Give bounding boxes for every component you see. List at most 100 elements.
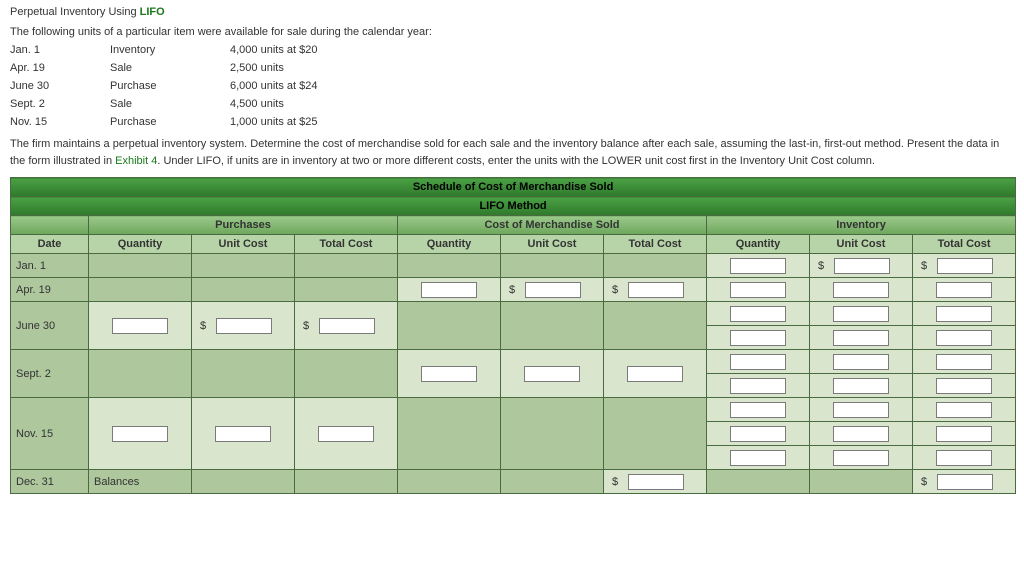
given-date: Jan. 1 — [10, 44, 110, 56]
given-date: Sept. 2 — [10, 98, 110, 110]
cogs-totalcost-input[interactable] — [628, 282, 684, 298]
given-date: June 30 — [10, 80, 110, 92]
cogs-qty-input[interactable] — [421, 366, 477, 382]
col-unitcost: Unit Cost — [192, 235, 295, 254]
inv-unitcost-input[interactable] — [833, 306, 889, 322]
inv-qty-input[interactable] — [730, 258, 786, 274]
cogs-unitcost-input[interactable] — [524, 366, 580, 382]
cogs-qty-input[interactable] — [421, 282, 477, 298]
dollar-sign: $ — [200, 320, 206, 332]
inv-unitcost-input[interactable] — [833, 354, 889, 370]
col-totalcost: Total Cost — [913, 235, 1016, 254]
inv-totalcost-input[interactable] — [936, 306, 992, 322]
given-data-grid: Jan. 1 Inventory 4,000 units at $20 Apr.… — [10, 44, 1014, 128]
inv-unitcost-input[interactable] — [833, 330, 889, 346]
exhibit-link[interactable]: Exhibit 4 — [115, 155, 157, 167]
inv-qty-input[interactable] — [730, 330, 786, 346]
given-type: Purchase — [110, 80, 230, 92]
given-type: Purchase — [110, 116, 230, 128]
inv-qty-input[interactable] — [730, 450, 786, 466]
cogs-total-balance-input[interactable] — [628, 474, 684, 490]
instructions-part2: . Under LIFO, if units are in inventory … — [157, 155, 875, 167]
dollar-sign: $ — [509, 284, 515, 296]
inv-unitcost-input[interactable] — [833, 402, 889, 418]
row-jun30: June 30 $ $ — [11, 302, 1016, 326]
col-qty: Quantity — [707, 235, 810, 254]
col-unitcost: Unit Cost — [501, 235, 604, 254]
given-detail: 6,000 units at $24 — [230, 80, 1014, 92]
date-cell: Dec. 31 — [11, 473, 88, 491]
col-qty: Quantity — [89, 235, 192, 254]
given-detail: 1,000 units at $25 — [230, 116, 1014, 128]
given-type: Sale — [110, 62, 230, 74]
schedule-subtitle: LIFO Method — [11, 197, 1016, 216]
given-detail: 4,500 units — [230, 98, 1014, 110]
purch-totalcost-input[interactable] — [318, 426, 374, 442]
date-cell: Apr. 19 — [11, 281, 88, 299]
inv-unitcost-input[interactable] — [833, 378, 889, 394]
inv-totalcost-input[interactable] — [936, 426, 992, 442]
row-dec31: Dec. 31 Balances $ $ — [11, 470, 1016, 494]
row-jan1: Jan. 1 $ $ — [11, 254, 1016, 278]
dollar-sign: $ — [921, 476, 927, 488]
balances-label: Balances — [89, 473, 191, 491]
row-nov15: Nov. 15 — [11, 398, 1016, 422]
given-type: Inventory — [110, 44, 230, 56]
group-cogs: Cost of Merchandise Sold — [398, 216, 707, 235]
col-totalcost: Total Cost — [604, 235, 707, 254]
instructions: The firm maintains a perpetual inventory… — [10, 136, 1014, 169]
date-cell: Sept. 2 — [11, 365, 88, 383]
given-date: Apr. 19 — [10, 62, 110, 74]
inv-totalcost-input[interactable] — [936, 378, 992, 394]
page-title: Perpetual Inventory Using LIFO — [10, 6, 1014, 18]
schedule-table: Schedule of Cost of Merchandise Sold LIF… — [10, 177, 1016, 494]
col-date: Date — [11, 235, 89, 254]
intro-text: The following units of a particular item… — [10, 26, 1014, 38]
purch-totalcost-input[interactable] — [319, 318, 375, 334]
inv-totalcost-input[interactable] — [936, 282, 992, 298]
col-unitcost: Unit Cost — [810, 235, 913, 254]
purch-qty-input[interactable] — [112, 318, 168, 334]
date-cell: June 30 — [11, 317, 88, 335]
given-date: Nov. 15 — [10, 116, 110, 128]
dollar-sign: $ — [303, 320, 309, 332]
group-purchases: Purchases — [89, 216, 398, 235]
inv-totalcost-input[interactable] — [936, 450, 992, 466]
inv-qty-input[interactable] — [730, 306, 786, 322]
date-cell: Nov. 15 — [11, 425, 88, 443]
inv-qty-input[interactable] — [730, 354, 786, 370]
inv-unitcost-input[interactable] — [834, 258, 890, 274]
dollar-sign: $ — [818, 260, 824, 272]
row-apr19: Apr. 19 $ $ — [11, 278, 1016, 302]
purch-unitcost-input[interactable] — [215, 426, 271, 442]
schedule-title: Schedule of Cost of Merchandise Sold — [11, 178, 1016, 197]
inv-totalcost-input[interactable] — [936, 354, 992, 370]
inv-totalcost-input[interactable] — [936, 402, 992, 418]
inv-qty-input[interactable] — [730, 426, 786, 442]
inv-unitcost-input[interactable] — [833, 426, 889, 442]
col-blank — [11, 216, 89, 235]
inv-totalcost-input[interactable] — [937, 258, 993, 274]
inv-qty-input[interactable] — [730, 378, 786, 394]
group-inventory: Inventory — [707, 216, 1016, 235]
dollar-sign: $ — [612, 284, 618, 296]
cogs-totalcost-input[interactable] — [627, 366, 683, 382]
col-qty: Quantity — [398, 235, 501, 254]
cogs-unitcost-input[interactable] — [525, 282, 581, 298]
given-detail: 4,000 units at $20 — [230, 44, 1014, 56]
given-detail: 2,500 units — [230, 62, 1014, 74]
dollar-sign: $ — [612, 476, 618, 488]
title-lifo: LIFO — [140, 6, 165, 18]
inv-qty-input[interactable] — [730, 282, 786, 298]
inv-totalcost-input[interactable] — [936, 330, 992, 346]
inv-unitcost-input[interactable] — [833, 282, 889, 298]
dollar-sign: $ — [921, 260, 927, 272]
purch-unitcost-input[interactable] — [216, 318, 272, 334]
inv-unitcost-input[interactable] — [833, 450, 889, 466]
date-cell: Jan. 1 — [11, 257, 88, 275]
inv-total-balance-input[interactable] — [937, 474, 993, 490]
col-totalcost: Total Cost — [295, 235, 398, 254]
inv-qty-input[interactable] — [730, 402, 786, 418]
title-prefix: Perpetual Inventory Using — [10, 6, 140, 18]
purch-qty-input[interactable] — [112, 426, 168, 442]
